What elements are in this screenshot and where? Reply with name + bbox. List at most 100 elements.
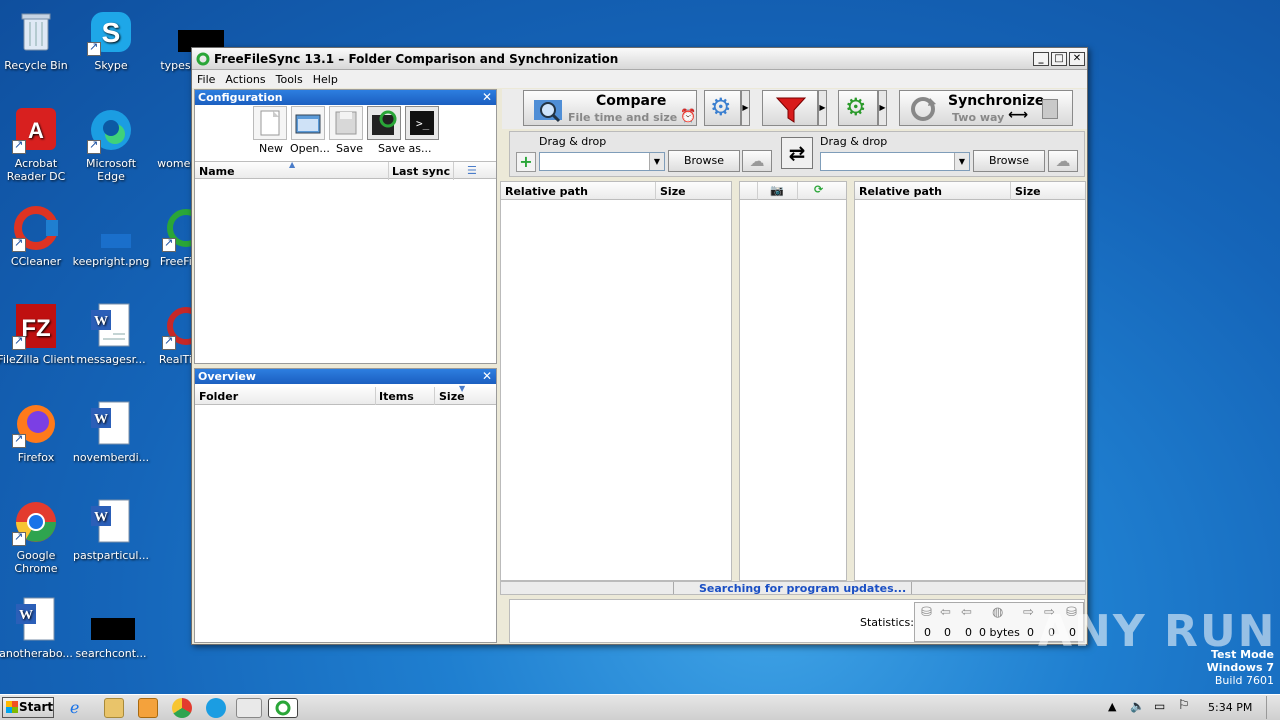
desktop-icon-pastparticul[interactable]: W pastparticul...: [72, 498, 150, 562]
minimize-button[interactable]: _: [1033, 51, 1049, 66]
new-config-button[interactable]: [253, 106, 287, 140]
middle-action-grid[interactable]: 📷 ⟳: [739, 181, 847, 581]
desktop-icon-label: Microsoft Edge: [85, 157, 137, 183]
new-document-icon: [260, 110, 280, 136]
column-last-sync[interactable]: Last sync: [392, 165, 450, 178]
app-icon: [196, 52, 210, 65]
desktop-icon-filezilla[interactable]: FZ FileZilla Client: [0, 302, 75, 366]
close-icon[interactable]: ✕: [482, 90, 492, 105]
taskbar-freefilesync[interactable]: [268, 698, 298, 718]
right-folder-input[interactable]: ▼: [820, 152, 970, 171]
column-relative-path[interactable]: Relative path: [505, 185, 588, 198]
desktop-icon-label: anotherabo...: [0, 647, 73, 660]
desktop-icon-firefox[interactable]: Firefox: [0, 400, 75, 464]
chrome-icon[interactable]: [172, 698, 192, 718]
menu-actions[interactable]: Actions: [220, 73, 270, 86]
close-button[interactable]: ✕: [1069, 51, 1085, 66]
compare-button[interactable]: Compare File time and size ⏰: [523, 90, 697, 126]
synchronize-button[interactable]: Synchronize Two way ⟷: [899, 90, 1073, 126]
comparison-settings-button[interactable]: ⚙: [704, 90, 741, 126]
chevron-down-icon[interactable]: ▼: [649, 153, 664, 170]
column-items[interactable]: Items: [379, 390, 414, 403]
desktop-icon-anotherabo[interactable]: W anotherabo...: [0, 596, 75, 660]
title-bar[interactable]: FreeFileSync 13.1 – Folder Comparison an…: [192, 48, 1087, 70]
stat-delete-left: 0: [965, 626, 972, 639]
media-player-icon[interactable]: [138, 698, 158, 718]
open-config-button[interactable]: [291, 106, 325, 140]
cloud-icon: ☁: [749, 152, 765, 170]
image-file-icon: [87, 204, 135, 252]
config-list[interactable]: [195, 180, 496, 363]
left-cloud-button[interactable]: ☁: [742, 150, 772, 172]
filter-icon: [775, 97, 807, 123]
desktop-icon-acrobat[interactable]: A Acrobat Reader DC: [0, 106, 75, 183]
sync-action-icon[interactable]: ⟳: [814, 183, 823, 196]
word-document-icon: W: [87, 498, 135, 546]
build-label: Build 7601: [1214, 674, 1274, 687]
column-name[interactable]: Name: [199, 165, 235, 178]
sync-settings-button[interactable]: ⚙: [838, 90, 878, 126]
save-config-button[interactable]: [329, 106, 363, 140]
document-icon: [87, 596, 135, 644]
desktop-icon-ccleaner[interactable]: CCleaner: [0, 204, 75, 268]
overview-title: Overview: [198, 370, 256, 383]
camera-icon[interactable]: 📷: [770, 184, 784, 197]
stat-update-left: 0: [944, 626, 951, 639]
save-as-batch-button[interactable]: [367, 106, 401, 140]
synchronize-label: Synchronize: [948, 93, 1045, 109]
show-desktop-button[interactable]: [1266, 696, 1278, 719]
right-browse-button[interactable]: Browse: [973, 150, 1045, 172]
menu-help[interactable]: Help: [308, 73, 343, 86]
ie-icon[interactable]: ℯ: [70, 698, 90, 718]
clock[interactable]: 5:34 PM: [1208, 701, 1252, 714]
stat-data-volume: 0 bytes: [979, 626, 1020, 639]
filter-button[interactable]: [762, 90, 818, 126]
right-cloud-button[interactable]: ☁: [1048, 150, 1078, 172]
volume-icon[interactable]: 🔈: [1130, 699, 1145, 713]
desktop-icon-novemberdi[interactable]: W novemberdi...: [72, 400, 150, 464]
explorer-icon[interactable]: [104, 698, 124, 718]
taskbar-app-installer[interactable]: [236, 698, 262, 718]
left-browse-button[interactable]: Browse: [668, 150, 740, 172]
test-mode-label: Test Mode: [1211, 648, 1274, 661]
desktop-icon-keepright[interactable]: keepright.png: [72, 204, 150, 268]
sort-descending-icon: ▼: [459, 384, 466, 393]
column-size[interactable]: Size: [1015, 185, 1041, 198]
sort-ascending-icon: ▲: [289, 160, 296, 169]
comparison-menu-arrow[interactable]: ▶: [741, 90, 750, 126]
chevron-down-icon[interactable]: ▼: [954, 153, 969, 170]
desktop-icon-searchcont[interactable]: searchcont...: [72, 596, 150, 660]
windows-version-label: Windows 7: [1206, 661, 1274, 674]
column-settings-icon[interactable]: ☰: [467, 164, 477, 177]
edge-icon[interactable]: [206, 698, 226, 718]
network-icon[interactable]: ▭: [1154, 699, 1165, 713]
right-file-grid[interactable]: Relative path Size: [854, 181, 1086, 581]
maximize-button[interactable]: □: [1051, 51, 1067, 66]
action-center-flag-icon[interactable]: ⚐: [1178, 698, 1190, 713]
column-relative-path[interactable]: Relative path: [859, 185, 942, 198]
add-folder-pair-button[interactable]: +: [516, 152, 536, 172]
filter-menu-arrow[interactable]: ▶: [818, 90, 827, 126]
sync-menu-arrow[interactable]: ▶: [878, 90, 887, 126]
plus-icon: +: [519, 152, 533, 171]
desktop-icon-skype[interactable]: S Skype: [72, 8, 150, 72]
desktop-icon-edge[interactable]: Microsoft Edge: [72, 106, 150, 183]
svg-text:A: A: [28, 118, 44, 143]
desktop-icon-chrome[interactable]: Google Chrome: [0, 498, 75, 575]
start-button[interactable]: Start: [2, 697, 54, 718]
left-file-grid[interactable]: Relative path Size: [500, 181, 732, 581]
save-as-terminal-button[interactable]: >_: [405, 106, 439, 140]
desktop-icon-recycle-bin[interactable]: Recycle Bin: [0, 8, 75, 72]
desktop-icon-messagesr[interactable]: W messagesr...: [72, 302, 150, 366]
menu-file[interactable]: File: [192, 73, 220, 86]
terminal-icon: >_: [410, 111, 434, 135]
column-size[interactable]: Size: [660, 185, 686, 198]
swap-sides-button[interactable]: ⇄: [781, 137, 813, 169]
left-folder-input[interactable]: ▼: [539, 152, 665, 171]
menu-tools[interactable]: Tools: [271, 73, 308, 86]
desktop-icon-label: novemberdi...: [72, 451, 150, 464]
close-icon[interactable]: ✕: [482, 369, 492, 384]
tray-expand-icon[interactable]: ▲: [1108, 700, 1116, 713]
column-folder[interactable]: Folder: [199, 390, 238, 403]
overview-list[interactable]: [195, 406, 496, 642]
